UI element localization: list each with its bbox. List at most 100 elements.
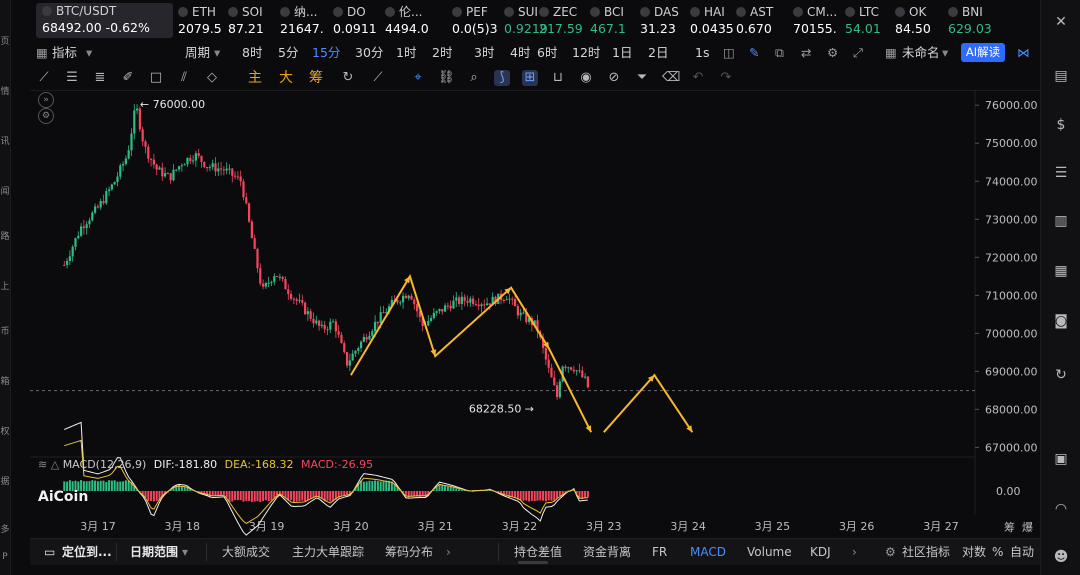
candle-body xyxy=(107,189,111,192)
candle-body xyxy=(334,321,337,332)
big-trade-tab[interactable]: 大额成交 xyxy=(222,544,270,560)
macd-histogram-bar xyxy=(290,491,293,501)
y-tick-label: 76000.00 xyxy=(985,99,1038,112)
candle-body xyxy=(485,303,489,306)
candle-body xyxy=(289,293,293,299)
candle-body xyxy=(483,304,486,306)
macd-histogram-bar xyxy=(343,491,346,496)
fr-tab[interactable]: FR xyxy=(652,544,667,560)
price-chart[interactable]: 76000.00 75000.00 74000.00 73000.00 72000.00… xyxy=(0,0,1080,575)
macd-histogram-bar xyxy=(455,488,458,491)
macd-dif: DIF:-181.80 xyxy=(153,458,218,471)
candle-body xyxy=(172,169,175,181)
candle-body xyxy=(513,299,517,307)
macd-histogram-bar xyxy=(528,491,531,502)
macd-histogram-bar xyxy=(276,491,279,496)
percent-scale-button[interactable]: % xyxy=(992,544,1003,560)
corner-label-burst[interactable]: 爆 xyxy=(1022,519,1033,535)
collapse-icon[interactable]: ≋ xyxy=(38,458,47,471)
y-tick-label: 67000.00 xyxy=(985,441,1038,454)
candle-body xyxy=(438,308,441,312)
candle-body xyxy=(329,321,332,330)
macd-histogram-bar xyxy=(376,481,379,491)
macd-histogram-bar xyxy=(514,491,517,498)
candle-body xyxy=(371,331,374,336)
candle-body xyxy=(477,304,480,307)
macd-tab[interactable]: MACD xyxy=(690,544,726,560)
candle-body xyxy=(429,318,433,321)
candle-body xyxy=(99,201,102,208)
candle-body xyxy=(407,295,410,299)
macd-histogram-bar xyxy=(245,491,248,502)
kdj-tab[interactable]: KDJ xyxy=(810,544,831,560)
candle-body xyxy=(516,306,519,316)
macd-histogram-bar xyxy=(211,491,214,496)
y-tick-label: 68000.00 xyxy=(985,403,1038,416)
candle-body xyxy=(337,331,340,335)
candle-body xyxy=(250,221,253,239)
chevron-right-icon[interactable]: › xyxy=(446,544,451,560)
candle-body xyxy=(511,298,514,300)
candle-body xyxy=(281,276,284,280)
candle-body xyxy=(231,168,234,176)
macd-histogram-bar xyxy=(124,480,127,491)
locate-button[interactable]: 定位到... xyxy=(62,544,112,560)
macd-histogram-bar xyxy=(250,491,253,502)
volume-tab[interactable]: Volume xyxy=(747,544,792,560)
aicoin-logo: AiCoin xyxy=(38,489,89,505)
drag-handle[interactable] xyxy=(518,561,548,564)
x-tick-label: 3月 21 xyxy=(417,520,453,533)
candle-body xyxy=(194,153,197,161)
date-range-button[interactable]: 日期范围 xyxy=(130,544,178,560)
fund-diverge-tab[interactable]: 资金背离 xyxy=(583,544,631,560)
bell-icon[interactable]: △ xyxy=(51,458,59,471)
x-tick-label: 3月 18 xyxy=(165,520,201,533)
candle-body xyxy=(113,182,116,185)
candle-body xyxy=(96,206,99,208)
settings-circle-icon[interactable]: ⚙ xyxy=(38,108,54,124)
expand-icon[interactable]: » xyxy=(38,92,54,108)
candle-body xyxy=(264,283,267,287)
candle-body xyxy=(79,226,83,236)
macd-histogram-bar xyxy=(340,491,343,496)
candle-body xyxy=(166,173,169,175)
macd-histogram-bar xyxy=(309,491,312,499)
macd-histogram-bar xyxy=(460,490,463,491)
macd-histogram-bar xyxy=(259,491,262,502)
candle-body xyxy=(410,295,413,300)
candle-body xyxy=(155,164,158,170)
auto-scale-button[interactable]: 自动 xyxy=(1010,544,1034,560)
candle-body xyxy=(303,302,307,315)
community-indicator-button[interactable]: 社区指标 xyxy=(902,544,950,560)
candle-body xyxy=(133,110,136,134)
log-scale-button[interactable]: 对数 xyxy=(962,544,986,560)
macd-histogram-bar xyxy=(155,491,158,501)
candle-body xyxy=(460,296,463,304)
candle-body xyxy=(362,337,365,342)
candle-body xyxy=(455,297,458,301)
candle-body xyxy=(175,169,178,171)
position-diff-tab[interactable]: 持仓差值 xyxy=(514,544,562,560)
corner-label-chip[interactable]: 筹 xyxy=(1004,519,1015,535)
chip-dist-tab[interactable]: 筹码分布 xyxy=(385,544,433,560)
x-tick-label: 3月 20 xyxy=(333,520,369,533)
macd-histogram-bar xyxy=(525,491,528,501)
candle-body xyxy=(287,289,290,294)
main-order-tab[interactable]: 主力大单跟踪 xyxy=(292,544,364,560)
candle-body xyxy=(138,108,141,130)
candle-body xyxy=(180,165,183,167)
divider xyxy=(116,543,117,561)
candle-body xyxy=(93,206,97,213)
chevron-right-icon-2[interactable]: › xyxy=(852,544,857,560)
macd-histogram-bar xyxy=(113,480,116,491)
candle-body xyxy=(77,235,80,239)
macd-histogram-bar xyxy=(248,491,251,501)
candle-body xyxy=(124,158,127,164)
macd-histogram-bar xyxy=(519,491,522,501)
candle-body xyxy=(457,297,461,304)
macd-histogram-bar xyxy=(295,491,298,502)
candle-body xyxy=(116,176,119,183)
macd-histogram-bar xyxy=(304,491,307,501)
candle-body xyxy=(298,300,301,302)
candle-body xyxy=(135,108,139,111)
